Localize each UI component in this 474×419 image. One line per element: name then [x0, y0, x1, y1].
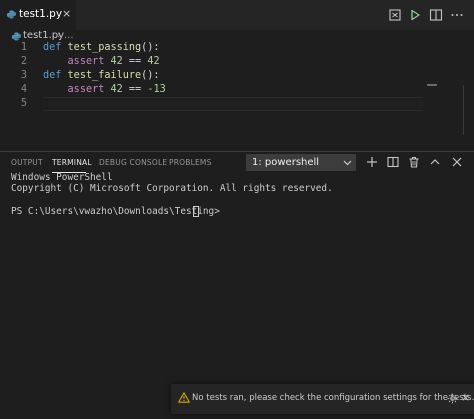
- code-token: test_passing: [67, 42, 142, 53]
- code-token: ():: [141, 42, 160, 53]
- editor-tab-bar: test1.py ×: [0, 0, 474, 30]
- kill-terminal-icon[interactable]: [407, 155, 421, 169]
- line-number: 5: [20, 98, 27, 109]
- notification-toast: No tests ran, please check the configura…: [171, 384, 474, 414]
- split-terminal-icon[interactable]: [386, 155, 400, 169]
- terminal-line-2: Copyright (C) Microsoft Corporation. All…: [11, 183, 333, 194]
- notification-message: No tests ran, please check the configura…: [192, 393, 474, 403]
- code-line[interactable]: 4 assert 42 == -13: [0, 83, 474, 97]
- python-file-icon: [12, 32, 21, 41]
- maximize-panel-icon[interactable]: [428, 155, 442, 169]
- notification-close-icon[interactable]: ×: [461, 391, 470, 404]
- code-text: assert 42 == -13: [43, 83, 166, 97]
- tab-close-icon[interactable]: ×: [62, 8, 71, 20]
- line-number: 3: [20, 70, 27, 81]
- python-file-icon: [7, 10, 16, 19]
- code-text: def test_failure():: [43, 69, 160, 83]
- chevron-down-icon: [343, 160, 352, 166]
- code-line[interactable]: 5: [0, 97, 474, 111]
- warning-icon: [178, 392, 190, 403]
- split-editor-icon[interactable]: [428, 7, 444, 23]
- code-token: assert: [67, 84, 105, 95]
- code-line[interactable]: 2 assert 42 == 42: [0, 55, 474, 69]
- tab-debug-console[interactable]: DEBUG CONSOLE: [99, 158, 167, 167]
- line-number: 2: [20, 56, 27, 67]
- more-actions-icon[interactable]: [449, 7, 465, 23]
- tab-terminal[interactable]: TERMINAL: [52, 158, 92, 167]
- terminal-select-value: 1: powershell: [252, 157, 320, 168]
- code-token: ==: [122, 84, 148, 95]
- code-token: ==: [122, 56, 148, 67]
- code-editor[interactable]: 1 def test_passing(): 2 assert 42 == 42 3 de…: [0, 41, 474, 151]
- code-token: 42: [110, 56, 123, 67]
- line-number: 4: [20, 84, 27, 95]
- run-icon[interactable]: [407, 7, 423, 23]
- terminal-cursor: [193, 206, 199, 217]
- tab-test1-py[interactable]: test1.py ×: [0, 0, 76, 30]
- code-text: def test_passing():: [43, 41, 160, 55]
- breadcrumb-more[interactable]: ...: [64, 30, 74, 41]
- code-token: ():: [141, 70, 160, 81]
- code-token: def: [43, 42, 68, 53]
- code-text: assert 42 == 42: [43, 55, 160, 69]
- code-token: test_failure: [67, 70, 142, 81]
- code-token: 42: [110, 84, 123, 95]
- code-token: def: [43, 70, 68, 81]
- code-line[interactable]: 3 def test_failure():: [0, 69, 474, 83]
- compare-changes-icon[interactable]: [387, 7, 403, 23]
- code-line[interactable]: 1 def test_passing():: [0, 41, 474, 55]
- breadcrumb-separator: ›: [57, 30, 61, 41]
- terminal-line-1: Windows PowerShell: [11, 172, 113, 183]
- gear-icon[interactable]: [447, 393, 458, 404]
- tab-problems[interactable]: PROBLEMS: [169, 158, 212, 167]
- line-number: 1: [20, 42, 27, 53]
- tab-output[interactable]: OUTPUT: [11, 158, 43, 167]
- terminal-select[interactable]: 1: powershell: [246, 154, 356, 171]
- new-terminal-icon[interactable]: [365, 155, 379, 169]
- code-token: 42: [147, 56, 160, 67]
- tab-label: test1.py: [19, 8, 63, 20]
- code-token: -13: [147, 84, 166, 95]
- close-panel-icon[interactable]: [450, 155, 464, 169]
- code-token: assert: [67, 56, 105, 67]
